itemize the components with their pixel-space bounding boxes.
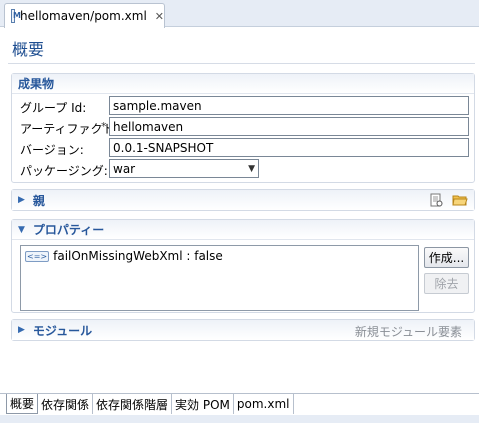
new-module-hint: 新規モジュール要素 (354, 325, 462, 339)
tab-dependencies[interactable]: 依存関係 (38, 394, 94, 414)
editor-tab-bar: M hellomaven/pom.xml ✕ (0, 0, 479, 28)
tab-pom-xml[interactable]: pom.xml (233, 394, 294, 414)
artifact-section-title: 成果物 (18, 77, 55, 91)
group-id-label: グループ Id: (20, 101, 87, 115)
version-field[interactable] (109, 138, 469, 157)
editor-tab-pom[interactable]: M hellomaven/pom.xml ✕ (4, 3, 165, 28)
page-title: 概要 (12, 40, 45, 59)
properties-section-title: プロパティー (32, 223, 105, 237)
expand-icon[interactable]: ▶ (18, 195, 25, 205)
maven-file-icon: M (11, 9, 21, 23)
parent-section: ▶ 親 (11, 189, 475, 211)
modules-section-title: モジュール (32, 323, 93, 338)
version-label: バージョン: (20, 143, 84, 157)
create-button[interactable]: 作成... (424, 247, 469, 268)
close-icon[interactable]: ✕ (155, 10, 164, 23)
title-divider (8, 63, 475, 64)
chevron-down-icon: ▼ (248, 163, 255, 174)
modules-section: ▶ モジュール 新規モジュール要素 (11, 319, 475, 341)
tab-overview[interactable]: 概要 (6, 394, 39, 414)
group-id-field[interactable] (109, 96, 469, 115)
packaging-label: パッケージング: (20, 164, 108, 178)
properties-section: ▼ プロパティー <=> failOnMissingWebXml : false… (11, 219, 475, 313)
bottom-strip (0, 415, 479, 423)
artifact-id-field[interactable] (109, 117, 469, 136)
open-folder-icon[interactable] (452, 193, 468, 207)
list-item[interactable]: <=> failOnMissingWebXml : false (25, 249, 414, 263)
parent-actions (428, 193, 468, 207)
editor-tab-label: hellomaven/pom.xml (20, 9, 147, 23)
remove-button[interactable]: 除去 (424, 273, 469, 294)
properties-section-header[interactable]: ▼ プロパティー (12, 220, 474, 240)
select-parent-icon[interactable] (428, 193, 444, 207)
artifact-section: 成果物 グループ Id: アーティファクト Id: * バージョン: パッケージ… (11, 73, 475, 183)
property-icon: <=> (25, 250, 50, 262)
tab-dependency-hierarchy[interactable]: 依存関係階層 (93, 394, 173, 414)
parent-section-title: 親 (32, 193, 45, 208)
artifact-section-header: 成果物 (12, 74, 474, 94)
properties-list[interactable]: <=> failOnMissingWebXml : false (20, 245, 419, 311)
collapse-icon[interactable]: ▼ (18, 225, 25, 235)
editor-page-tabs: 概要 依存関係 依存関係階層 実効 POM pom.xml (0, 393, 479, 415)
required-marker: * (101, 120, 107, 133)
property-text: failOnMissingWebXml : false (53, 249, 223, 263)
packaging-select[interactable]: war ▼ (109, 159, 259, 178)
parent-section-header[interactable]: ▶ 親 (12, 190, 474, 210)
expand-icon[interactable]: ▶ (18, 325, 25, 335)
packaging-value: war (113, 161, 136, 176)
tab-effective-pom[interactable]: 実効 POM (172, 394, 234, 414)
